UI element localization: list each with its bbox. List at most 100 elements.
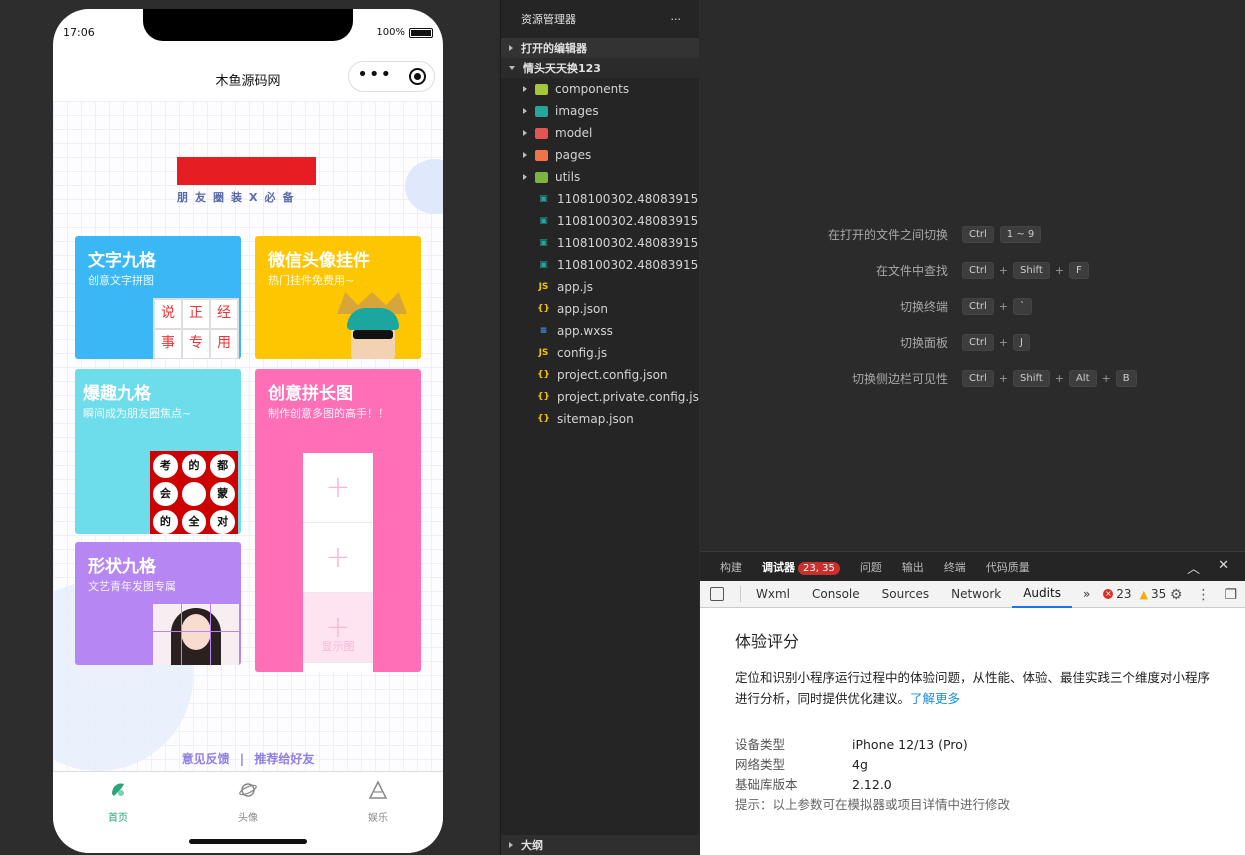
- more-actions-icon[interactable]: ···: [671, 13, 682, 26]
- tab-entertainment[interactable]: 娱乐: [338, 780, 418, 824]
- feedback-link[interactable]: 意见反馈: [182, 752, 230, 766]
- tree-label: app.wxss: [557, 324, 613, 338]
- phone-notch: [143, 9, 353, 41]
- tab-code-quality[interactable]: 代码质量: [986, 559, 1030, 575]
- home-indicator: [189, 839, 307, 844]
- json-file-icon: {}: [537, 392, 550, 402]
- tab-problems[interactable]: 问题: [860, 559, 882, 575]
- tab-output[interactable]: 输出: [902, 559, 924, 575]
- section-outline[interactable]: 大纲: [501, 835, 700, 855]
- folder-model[interactable]: model: [501, 122, 699, 144]
- issue-count-badge: 23, 35: [798, 561, 840, 575]
- file-app-json[interactable]: {} app.json: [501, 298, 699, 320]
- warning-count[interactable]: ▲ 35: [1140, 587, 1167, 601]
- chevron-right-icon: [509, 45, 513, 51]
- tab-avatar[interactable]: 头像: [208, 780, 288, 824]
- explorer-header: 资源管理器 ···: [501, 0, 699, 38]
- section-open-editors[interactable]: 打开的编辑器: [501, 38, 699, 58]
- plus-icon: +: [303, 453, 373, 523]
- tree-label: project.private.config.js...: [557, 390, 699, 404]
- file-project-config[interactable]: {} project.config.json: [501, 364, 699, 386]
- file-image[interactable]: ▣ 1108100302.48083915...: [501, 188, 699, 210]
- learn-more-link[interactable]: 了解更多: [910, 691, 960, 706]
- footer-separator: |: [239, 752, 245, 766]
- file-image[interactable]: ▣ 1108100302.48083915...: [501, 210, 699, 232]
- devtools-tab-audits[interactable]: Audits: [1012, 581, 1072, 608]
- grid-char: 说: [155, 300, 181, 328]
- shortcut-row: 切换面板 Ctrl + J: [700, 332, 1245, 352]
- explorer-pane: 资源管理器 ··· 打开的编辑器 情头天天换123 components ima…: [500, 0, 700, 855]
- audits-panel: 体验评分 定位和识别小程序运行过程中的体验问题，从性能、体验、最佳实践三个维度对…: [700, 628, 1245, 815]
- info-value: 2.12.0: [852, 777, 892, 792]
- tree-label: 1108100302.48083915...: [557, 258, 699, 272]
- info-row-sdk: 基础库版本 2.12.0: [735, 775, 1210, 795]
- kebab-menu-icon[interactable]: ⋮: [1196, 587, 1210, 603]
- status-time: 17:06: [63, 26, 95, 39]
- close-target-icon[interactable]: [408, 68, 426, 85]
- bottom-panel: 构建 调试器 23, 35 问题 输出 终端 代码质量 ︿ ✕ Wxml Cons…: [700, 551, 1245, 855]
- tab-terminal[interactable]: 终端: [944, 559, 966, 575]
- tab-debugger[interactable]: 调试器 23, 35: [762, 559, 840, 575]
- tree-label: components: [555, 82, 630, 96]
- folder-components[interactable]: components: [501, 78, 699, 100]
- audit-hint: 提示：以上参数可在模拟器或项目详情中进行修改: [735, 797, 1011, 812]
- recommend-link[interactable]: 推荐给好友: [254, 752, 314, 766]
- card-text-grid[interactable]: 文字九格 创意文字拼图 说 正 经 事 专 用: [75, 236, 241, 359]
- inspect-element-icon[interactable]: [710, 587, 724, 601]
- info-key: 基础库版本: [735, 777, 798, 792]
- footer-links: 意见反馈 | 推荐给好友: [53, 750, 443, 767]
- folder-pages[interactable]: pages: [501, 144, 699, 166]
- file-image[interactable]: ▣ 1108100302.48083915...: [501, 254, 699, 276]
- card-shape-grid[interactable]: 形状九格 文艺青年发图专属: [75, 542, 241, 665]
- chevron-right-icon: [509, 842, 513, 848]
- chevron-down-icon: [509, 66, 515, 70]
- section-label: 打开的编辑器: [521, 42, 587, 55]
- card-avatar-pendant[interactable]: 微信头像挂件 热门挂件免费用~: [255, 236, 421, 359]
- chevron-up-icon[interactable]: ︿: [1187, 558, 1200, 577]
- card-fun-grid[interactable]: 爆趣九格 瞬间成为朋友圈焦点~ 考 的 都 会 蒙 的 全 对: [75, 369, 241, 534]
- key: 1 ~ 9: [999, 225, 1042, 243]
- grid-line: [153, 631, 239, 632]
- grid-char: 专: [183, 330, 209, 358]
- devtools-tab-sources[interactable]: Sources: [871, 581, 940, 608]
- grid-char: 都: [210, 454, 235, 478]
- file-project-private-config[interactable]: {} project.private.config.js...: [501, 386, 699, 408]
- error-count[interactable]: × 23: [1103, 587, 1132, 601]
- card-subtitle: 热门挂件免费用~: [268, 274, 355, 287]
- explorer-title: 资源管理器: [521, 13, 576, 26]
- portrait-preview: [153, 604, 239, 665]
- panel-tabs: 构建 调试器 23, 35 问题 输出 终端 代码质量 ︿ ✕: [700, 551, 1245, 581]
- tab-home[interactable]: 首页: [78, 780, 158, 824]
- js-file-icon: JS: [538, 282, 549, 292]
- folder-utils[interactable]: utils: [501, 166, 699, 188]
- card-long-image[interactable]: 创意拼长图 制作创意多图的高手！！ + + + 显示图: [255, 369, 421, 672]
- js-file-icon: JS: [538, 348, 549, 358]
- devtools-tab-wxml[interactable]: Wxml: [745, 581, 801, 608]
- more-dots-icon[interactable]: •••: [357, 65, 392, 84]
- devtools-controls: ⚙ ⋮ ❐: [1170, 581, 1245, 608]
- logo-caption: 朋友圈装X必备: [177, 191, 301, 204]
- folder-images[interactable]: images: [501, 100, 699, 122]
- more-tabs-icon[interactable]: »: [1072, 581, 1101, 608]
- file-app-wxss[interactable]: ≡ app.wxss: [501, 320, 699, 342]
- grid-char: 事: [155, 330, 181, 358]
- panel-controls: ︿ ✕: [1187, 558, 1229, 577]
- devtools-tab-console[interactable]: Console: [801, 581, 871, 608]
- warning-icon: ▲: [1139, 587, 1149, 601]
- tab-build[interactable]: 构建: [720, 559, 742, 575]
- gear-icon[interactable]: ⚙: [1170, 587, 1183, 603]
- dock-icon[interactable]: ❐: [1224, 587, 1237, 603]
- file-app-js[interactable]: JS app.js: [501, 276, 699, 298]
- close-icon[interactable]: ✕: [1218, 558, 1229, 577]
- battery-percent: 100%: [376, 27, 405, 38]
- key: Ctrl: [962, 261, 994, 279]
- card-subtitle: 创意文字拼图: [88, 274, 154, 287]
- file-image[interactable]: ▣ 1108100302.48083915...: [501, 232, 699, 254]
- devtools-tab-network[interactable]: Network: [940, 581, 1012, 608]
- section-project[interactable]: 情头天天换123: [501, 58, 699, 78]
- file-config-js[interactable]: JS config.js: [501, 342, 699, 364]
- error-icon: ×: [1103, 589, 1114, 599]
- file-sitemap[interactable]: {} sitemap.json: [501, 408, 699, 430]
- shortcut-label: 切换终端: [899, 299, 948, 314]
- home-icon: [112, 783, 124, 796]
